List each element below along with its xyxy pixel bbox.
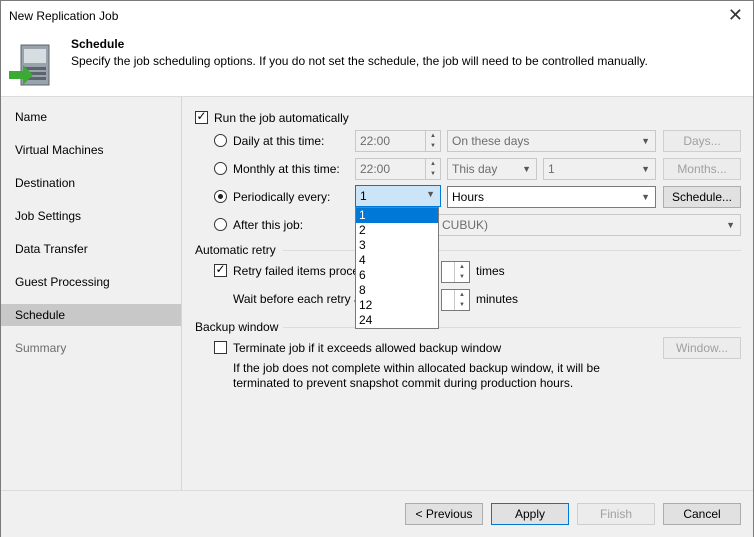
- daily-days-select[interactable]: On these days ▼: [447, 130, 656, 152]
- finish-button: Finish: [577, 503, 655, 525]
- dropdown-option[interactable]: 3: [356, 238, 438, 253]
- minutes-label: minutes: [476, 292, 519, 306]
- monthly-radio[interactable]: [214, 162, 227, 175]
- monthly-day-number-select[interactable]: 1 ▼: [543, 158, 656, 180]
- periodically-radio[interactable]: [214, 190, 227, 203]
- run-automatically-label: Run the job automatically: [214, 111, 349, 125]
- daily-time-spinner-icon[interactable]: ▲ ▼: [425, 131, 440, 151]
- monthly-day-select[interactable]: This day ▼: [447, 158, 537, 180]
- chevron-down-icon: ▼: [426, 189, 435, 199]
- monthly-label: Monthly at this time:: [233, 162, 340, 176]
- periodically-label: Periodically every:: [233, 190, 331, 204]
- chevron-down-icon: ▼: [641, 164, 650, 174]
- terminate-job-checkbox[interactable]: [214, 341, 227, 354]
- period-value-dropdown-list: 1 2 3 4 6 8 12 24: [355, 207, 439, 329]
- retry-failed-checkbox[interactable]: ✓: [214, 262, 227, 277]
- wizard-steps-sidebar: Name Virtual Machines Destination Job Se…: [1, 97, 182, 490]
- backup-window-note-line2: terminated to prevent snapshot commit du…: [233, 376, 574, 390]
- wait-retry-label: Wait before each retry a: [233, 292, 361, 306]
- after-job-radio[interactable]: [214, 218, 227, 231]
- chevron-down-icon: ▼: [641, 192, 650, 202]
- wait-minutes-input[interactable]: ▲ ▼: [441, 289, 470, 311]
- monthly-time-spinner-icon[interactable]: ▲ ▼: [425, 159, 440, 179]
- wizard-footer: < Previous Apply Finish Cancel: [1, 490, 753, 537]
- period-value-select[interactable]: 1 ▼: [355, 185, 441, 207]
- period-unit-select[interactable]: Hours ▼: [447, 186, 656, 208]
- chevron-down-icon: ▼: [726, 220, 735, 230]
- dropdown-option[interactable]: 2: [356, 223, 438, 238]
- section-divider: [283, 327, 741, 328]
- section-divider: [283, 250, 741, 251]
- sidebar-item-data-transfer[interactable]: Data Transfer: [1, 238, 181, 260]
- chevron-down-icon: ▼: [522, 164, 531, 174]
- daily-label: Daily at this time:: [233, 134, 325, 148]
- cancel-button[interactable]: Cancel: [663, 503, 741, 525]
- sidebar-item-destination[interactable]: Destination: [1, 172, 181, 194]
- sidebar-item-job-settings[interactable]: Job Settings: [1, 205, 181, 227]
- retry-failed-label: Retry failed items proce: [233, 264, 360, 278]
- wait-minutes-spinner-icon[interactable]: ▲ ▼: [454, 290, 469, 310]
- automatic-retry-heading: Automatic retry: [195, 243, 276, 257]
- backup-window-note-line1: If the job does not complete within allo…: [233, 361, 600, 375]
- run-automatically-checkbox[interactable]: ✓: [195, 109, 208, 124]
- daily-radio[interactable]: [214, 134, 227, 147]
- window-title: New Replication Job: [9, 9, 119, 23]
- dropdown-option[interactable]: 12: [356, 298, 438, 313]
- dropdown-option[interactable]: 4: [356, 253, 438, 268]
- retry-count-input[interactable]: ▲ ▼: [441, 261, 470, 283]
- wizard-header: Schedule Specify the job scheduling opti…: [1, 31, 753, 97]
- dropdown-option[interactable]: 6: [356, 268, 438, 283]
- daily-time-input[interactable]: 22:00 ▲ ▼: [355, 130, 441, 152]
- title-bar: New Replication Job ✕: [1, 1, 753, 31]
- dropdown-option[interactable]: 1: [356, 208, 438, 223]
- retry-count-spinner-icon[interactable]: ▲ ▼: [454, 262, 469, 282]
- sidebar-item-virtual-machines[interactable]: Virtual Machines: [1, 139, 181, 161]
- previous-button[interactable]: < Previous: [405, 503, 483, 525]
- replication-job-icon: [9, 44, 50, 86]
- times-label: times: [476, 264, 505, 278]
- chevron-down-icon: ▼: [641, 136, 650, 146]
- terminate-job-label: Terminate job if it exceeds allowed back…: [233, 341, 502, 355]
- apply-button[interactable]: Apply: [491, 503, 569, 525]
- monthly-time-input[interactable]: 22:00 ▲ ▼: [355, 158, 441, 180]
- backup-window-heading: Backup window: [195, 320, 279, 334]
- sidebar-item-name[interactable]: Name: [1, 106, 181, 128]
- page-description: Specify the job scheduling options. If y…: [71, 54, 648, 68]
- window-button[interactable]: Window...: [663, 337, 741, 359]
- close-icon[interactable]: ✕: [728, 5, 743, 26]
- dropdown-option[interactable]: 8: [356, 283, 438, 298]
- after-job-label: After this job:: [233, 218, 304, 232]
- sidebar-item-summary: Summary: [15, 341, 67, 355]
- sidebar-item-schedule[interactable]: Schedule: [1, 304, 181, 326]
- months-button[interactable]: Months...: [663, 158, 741, 180]
- dropdown-option[interactable]: 24: [356, 313, 438, 328]
- page-title: Schedule: [71, 37, 125, 51]
- days-button[interactable]: Days...: [663, 130, 741, 152]
- schedule-button[interactable]: Schedule...: [663, 186, 741, 208]
- sidebar-item-guest-processing[interactable]: Guest Processing: [1, 271, 181, 293]
- wizard-window: New Replication Job ✕ Schedule Specify t…: [0, 0, 754, 537]
